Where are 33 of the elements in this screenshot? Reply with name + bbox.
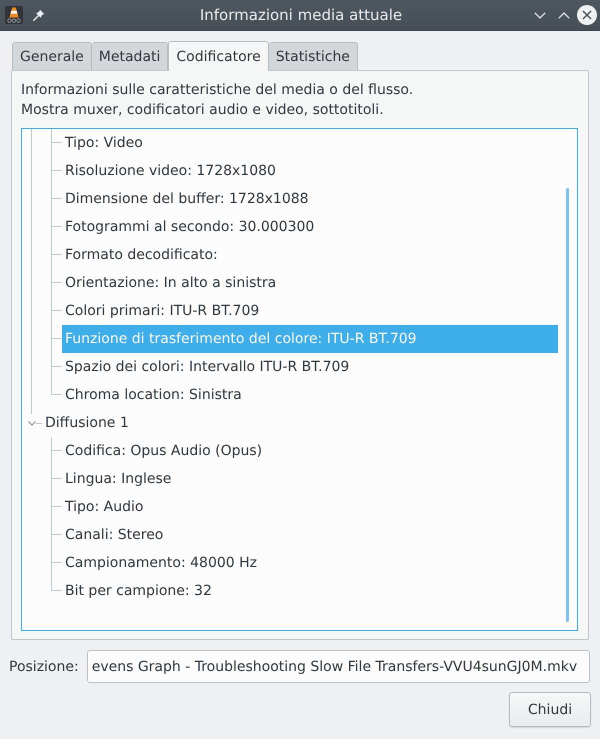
close-icon[interactable] bbox=[577, 5, 597, 25]
pin-icon[interactable] bbox=[33, 9, 45, 21]
tree-item[interactable]: Formato decodificato: bbox=[62, 241, 558, 269]
tab[interactable]: Metadati bbox=[92, 42, 168, 70]
tree-item[interactable]: Tipo: Video bbox=[62, 129, 558, 157]
maximize-icon[interactable] bbox=[558, 12, 570, 18]
tree-item[interactable]: Chroma location: Sinistra bbox=[62, 381, 558, 409]
tree-item[interactable]: Codifica: Opus Audio (Opus) bbox=[62, 437, 558, 465]
tree-item[interactable]: Orientazione: In alto a sinistra bbox=[62, 269, 558, 297]
minimize-icon[interactable] bbox=[534, 12, 546, 18]
tree-item[interactable]: Campionamento: 48000 Hz bbox=[62, 549, 558, 577]
tree-item[interactable]: Canali: Stereo bbox=[62, 521, 558, 549]
tree-item[interactable]: Dimensione del buffer: 1728x1088 bbox=[62, 185, 558, 213]
tree-item[interactable]: Diffusione 1 bbox=[42, 409, 558, 437]
tree-item[interactable]: Tipo: Audio bbox=[62, 493, 558, 521]
tree-item[interactable]: Colori primari: ITU-R BT.709 bbox=[62, 297, 558, 325]
field-label: Posizione: bbox=[9, 658, 79, 674]
tree-item[interactable]: Fotogrammi al secondo: 30.000300 bbox=[62, 213, 558, 241]
window-title: Informazioni media attuale bbox=[200, 6, 402, 24]
tree-item[interactable]: Risoluzione video: 1728x1080 bbox=[62, 157, 558, 185]
scrollbar-thumb[interactable] bbox=[566, 188, 569, 622]
description-text: Informazioni sulle caratteristiche del media o del flusso. bbox=[21, 81, 414, 100]
tab[interactable]: Statistiche bbox=[268, 42, 358, 70]
description-text: Mostra muxer, codificatori audio e video, sottotitoli. bbox=[21, 101, 385, 120]
location-field[interactable]: evens Graph - Troubleshooting Slow File Transfers-VVU4sunGJ0M.mkv bbox=[86, 650, 590, 683]
tab[interactable]: Generale bbox=[12, 42, 92, 70]
tree-item[interactable]: Bit per campione: 32 bbox=[62, 577, 558, 605]
tab[interactable]: Codificatore bbox=[168, 41, 269, 71]
tree-item[interactable]: Lingua: Inglese bbox=[62, 465, 558, 493]
chevron-down-icon[interactable] bbox=[28, 421, 36, 426]
close-button[interactable]: Chiudi bbox=[509, 692, 591, 727]
traffic-cone-icon bbox=[5, 6, 23, 24]
tree-item[interactable]: Spazio dei colori: Intervallo ITU-R BT.709 bbox=[62, 353, 558, 381]
